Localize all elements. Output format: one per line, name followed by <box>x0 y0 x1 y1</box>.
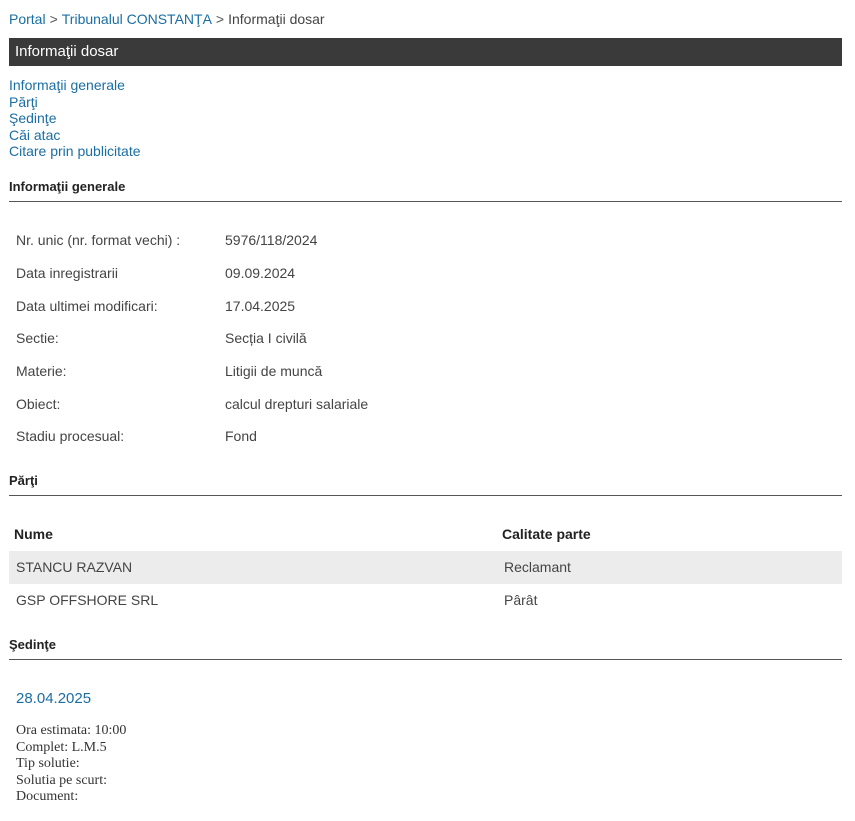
nav-link-citare-prin-publicitate[interactable]: Citare prin publicitate <box>9 143 141 160</box>
info-value: Fond <box>225 428 257 444</box>
sedinta-tip-solutie: Tip solutie: <box>16 756 80 771</box>
party-role: Pârât <box>504 592 538 608</box>
sedinta-solutia-pe-scurt: Solutia pe scurt: <box>16 772 107 788</box>
breadcrumb-separator: > <box>215 11 225 27</box>
breadcrumb-portal-link[interactable]: Portal <box>9 11 46 27</box>
nav-link-sedinte[interactable]: Şedinţe <box>9 110 141 127</box>
page-title-bar: Informaţii dosar <box>9 38 842 66</box>
info-label: Stadiu procesual: <box>16 428 125 444</box>
sedinta-details: Ora estimata: 10:00 Complet: L.M.5 Tip s… <box>16 723 126 806</box>
nav-link-informatii-generale[interactable]: Informaţii generale <box>9 77 141 94</box>
breadcrumb-current: Informaţii dosar <box>228 11 325 27</box>
breadcrumb-court-link[interactable]: Tribunalul CONSTANŢA <box>62 11 212 27</box>
info-label: Data ultimei modificari: <box>16 298 158 314</box>
info-value: 17.04.2025 <box>225 298 296 314</box>
nav-link-cai-atac[interactable]: Căi atac <box>9 127 141 144</box>
info-label: Nr. unic (nr. format vechi) : <box>16 232 181 248</box>
info-label: Materie: <box>16 363 67 379</box>
info-value: Litigii de muncă <box>225 363 323 379</box>
parti-table-header: Nume Calitate parte <box>9 524 842 544</box>
info-value: 09.09.2024 <box>225 265 296 281</box>
sedinta-document: Document: <box>16 789 79 804</box>
sedinta-complet: Complet: L.M.5 <box>16 739 107 755</box>
table-row: STANCU RAZVAN Reclamant <box>9 551 842 584</box>
section-nav: Informaţii generale Părţi Şedinţe Căi at… <box>9 77 141 160</box>
column-header-calitate-parte: Calitate parte <box>502 526 591 542</box>
party-name: STANCU RAZVAN <box>16 559 133 575</box>
section-title-sedinte: Şedinţe <box>9 637 842 660</box>
info-value: Secția I civilă <box>225 330 307 346</box>
info-label: Data inregistrarii <box>16 265 118 281</box>
sedinta-ora-estimata: Ora estimata: 10:00 <box>16 723 127 738</box>
sedinta-date-link[interactable]: 28.04.2025 <box>16 690 91 708</box>
nav-link-parti[interactable]: Părţi <box>9 94 141 111</box>
section-title-parti: Părţi <box>9 473 842 496</box>
info-value: calcul drepturi salariale <box>225 396 369 412</box>
table-row: GSP OFFSHORE SRL Pârât <box>9 584 842 617</box>
party-name: GSP OFFSHORE SRL <box>16 592 159 608</box>
page-title: Informaţii dosar <box>15 43 119 60</box>
info-label: Sectie: <box>16 330 59 346</box>
breadcrumb-separator: > <box>49 11 58 27</box>
breadcrumb: Portal > Tribunalul CONSTANŢA > Informaţii d… <box>9 11 325 27</box>
column-header-nume: Nume <box>14 526 53 542</box>
section-title-informatii-generale: Informaţii generale <box>9 179 842 202</box>
party-role: Reclamant <box>504 559 571 575</box>
info-value: 5976/118/2024 <box>225 232 318 248</box>
info-label: Obiect: <box>16 396 61 412</box>
